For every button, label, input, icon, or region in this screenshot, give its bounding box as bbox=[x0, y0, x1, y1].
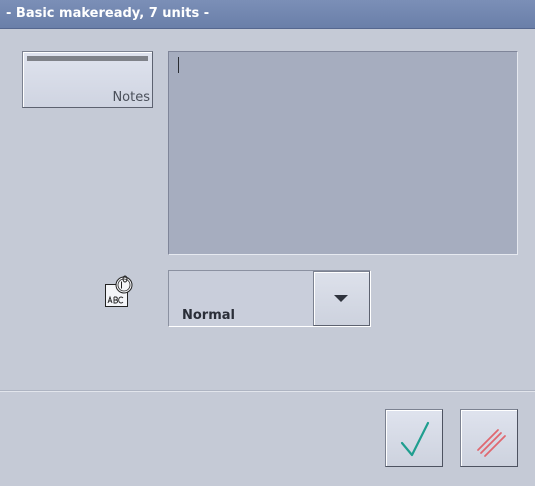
notes-text-area[interactable] bbox=[168, 51, 518, 255]
title-bar: - Basic makeready, 7 units - bbox=[0, 0, 535, 29]
priority-dropdown[interactable]: Normal bbox=[168, 270, 371, 327]
priority-selected-value: Normal bbox=[182, 308, 235, 323]
triangle-down-icon bbox=[334, 295, 348, 302]
notes-button[interactable]: Notes bbox=[22, 51, 153, 108]
notes-button-indicator bbox=[27, 56, 148, 61]
notes-button-label: Notes bbox=[112, 90, 150, 105]
ok-button[interactable] bbox=[385, 409, 443, 467]
checkmark-icon bbox=[400, 421, 430, 457]
priority-dropdown-button[interactable] bbox=[313, 271, 370, 326]
hatch-cancel-icon bbox=[477, 429, 506, 457]
abc-10-icon bbox=[104, 275, 136, 309]
text-caret bbox=[178, 57, 179, 73]
cancel-button[interactable] bbox=[460, 409, 518, 467]
window-title: - Basic makeready, 7 units - bbox=[6, 6, 210, 21]
footer-separator bbox=[0, 390, 535, 392]
